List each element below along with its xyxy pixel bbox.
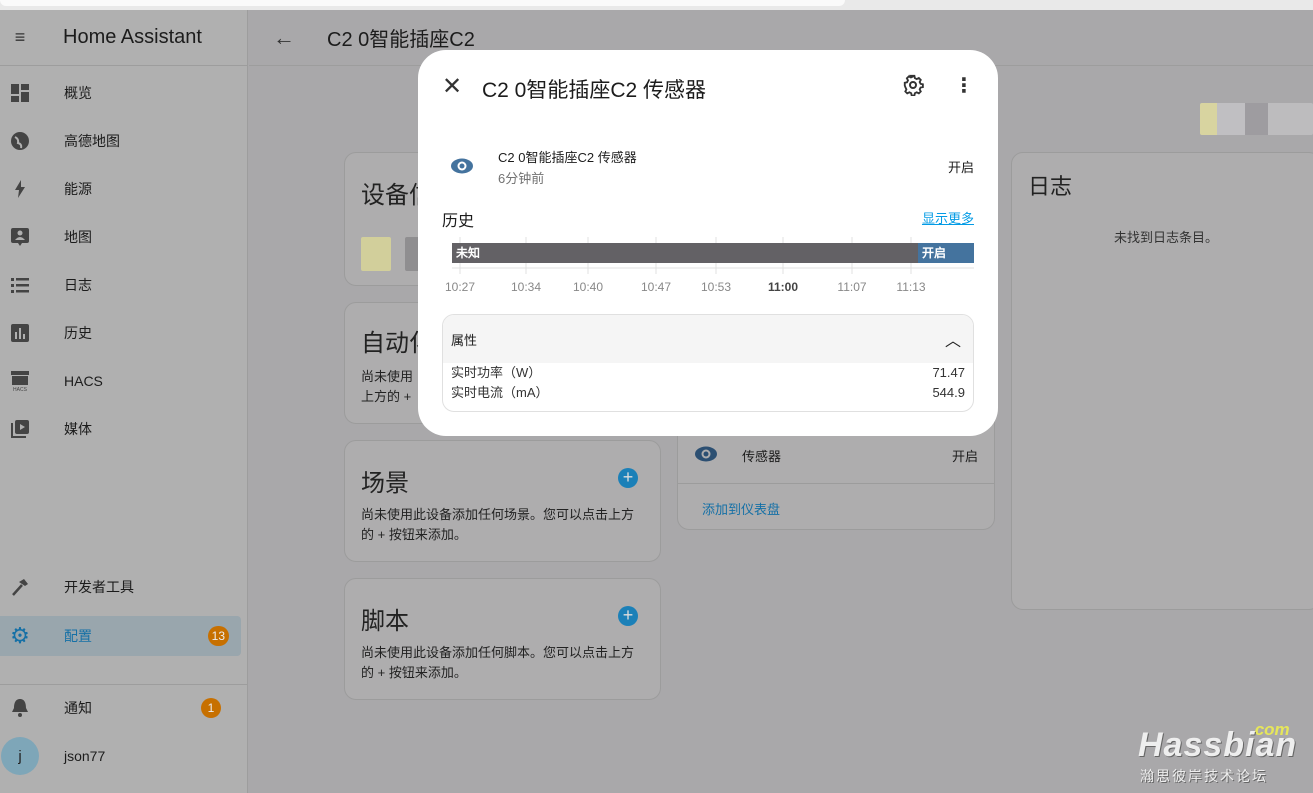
chevron-up-icon[interactable]: ︿ (945, 327, 961, 351)
eye-icon (695, 446, 717, 462)
add-script-button[interactable]: + (618, 606, 638, 626)
avatar: j (1, 737, 39, 775)
add-to-dashboard-button[interactable]: 添加到仪表盘 (702, 499, 780, 518)
config-badge: 13 (207, 626, 229, 646)
globe-icon (0, 131, 40, 151)
attributes-header[interactable]: 属性 ︿ (443, 315, 973, 363)
timeline-tick-label: 10:40 (573, 280, 603, 294)
timeline-label-unknown: 未知 (455, 245, 480, 260)
map-person-icon (0, 227, 40, 247)
sidebar-item-hacs[interactable]: HACS HACS (0, 361, 241, 401)
media-play-icon (0, 419, 40, 439)
sidebar-item-history[interactable]: 历史 (0, 313, 241, 353)
attribute-row: 实时功率（W） 71.47 (451, 365, 965, 380)
list-icon (0, 275, 40, 295)
timeline-tick-label: 10:34 (511, 280, 541, 294)
menu-collapse-icon[interactable]: ≡ (0, 27, 40, 48)
timeline-tick-label: 11:00 (768, 280, 798, 294)
app-title: Home Assistant (63, 26, 202, 48)
scripts-card: 脚本 + 尚未使用此设备添加任何脚本。您可以点击上方的 + 按钮来添加。 (344, 578, 661, 700)
gear-icon: ⚙ (10, 623, 30, 648)
timeline-tick-label: 10:53 (701, 280, 731, 294)
blurred-image (1200, 103, 1313, 135)
sidebar-divider (0, 684, 247, 685)
logbook-empty: 未找到日志条目。 (1114, 230, 1219, 245)
sidebar-item-overview[interactable]: 概览 (0, 73, 241, 113)
sensor-entity-state: 开启 (951, 449, 978, 464)
hammer-icon (0, 577, 40, 597)
timeline-tick-label: 10:27 (445, 280, 475, 294)
logbook-card: 日志 未找到日志条目。 (1011, 152, 1313, 610)
sensor-entity-name[interactable]: 传感器 (742, 446, 781, 465)
sidebar-item-config[interactable]: ⚙ 配置 13 (0, 616, 241, 656)
sidebar-item-logbook[interactable]: 日志 (0, 265, 241, 305)
timeline-tick-label: 11:07 (837, 280, 866, 294)
bar-chart-icon (0, 323, 40, 343)
sidebar-item-developer-tools[interactable]: 开发者工具 (0, 567, 241, 607)
lightning-icon (0, 179, 40, 199)
sidebar-item-map[interactable]: 地图 (0, 217, 241, 257)
back-arrow-icon[interactable]: ← (273, 25, 295, 51)
sidebar-item-amap[interactable]: 高德地图 (0, 121, 241, 161)
sidebar-item-energy[interactable]: 能源 (0, 169, 241, 209)
more-info-dialog: ✕ C2 0智能插座C2 传感器 ⋮ C2 0智能插座C2 传感器 6分钟前 开… (418, 50, 998, 436)
timeline-tick-label: 10:47 (641, 280, 671, 294)
sidebar-item-notifications[interactable]: 通知 1 (0, 688, 241, 728)
sidebar-item-user[interactable]: j json77 (0, 736, 241, 776)
sidebar-item-media[interactable]: 媒体 (0, 409, 241, 449)
attribute-row: 实时电流（mA） 544.9 (451, 385, 965, 400)
page-title: C2 0智能插座C2 (327, 29, 475, 51)
timeline-label-on: 开启 (922, 245, 946, 260)
sidebar: ≡ Home Assistant 概览 高德地图 能源 地图 日志 历史 HAC… (0, 10, 248, 793)
bell-icon (0, 697, 40, 719)
dashboard-icon (0, 83, 40, 103)
attributes-panel: 属性 ︿ 实时功率（W） 71.47 实时电流（mA） 544.9 (442, 314, 974, 412)
svg-text:HACS: HACS (13, 387, 28, 392)
browser-strip (0, 0, 1313, 10)
scenes-card: 场景 + 尚未使用此设备添加任何场景。您可以点击上方的 + 按钮来添加。 (344, 440, 661, 562)
hacs-store-icon: HACS (0, 370, 40, 392)
timeline-tick-label: 11:13 (896, 280, 925, 294)
timeline-segment-unknown (452, 243, 918, 263)
notifications-badge: 1 (201, 698, 221, 718)
history-timeline[interactable]: 未知 开启 10:27 10:34 10:40 10:47 10:53 11:00 11:0… (418, 50, 998, 310)
add-scene-button[interactable]: + (618, 468, 638, 488)
